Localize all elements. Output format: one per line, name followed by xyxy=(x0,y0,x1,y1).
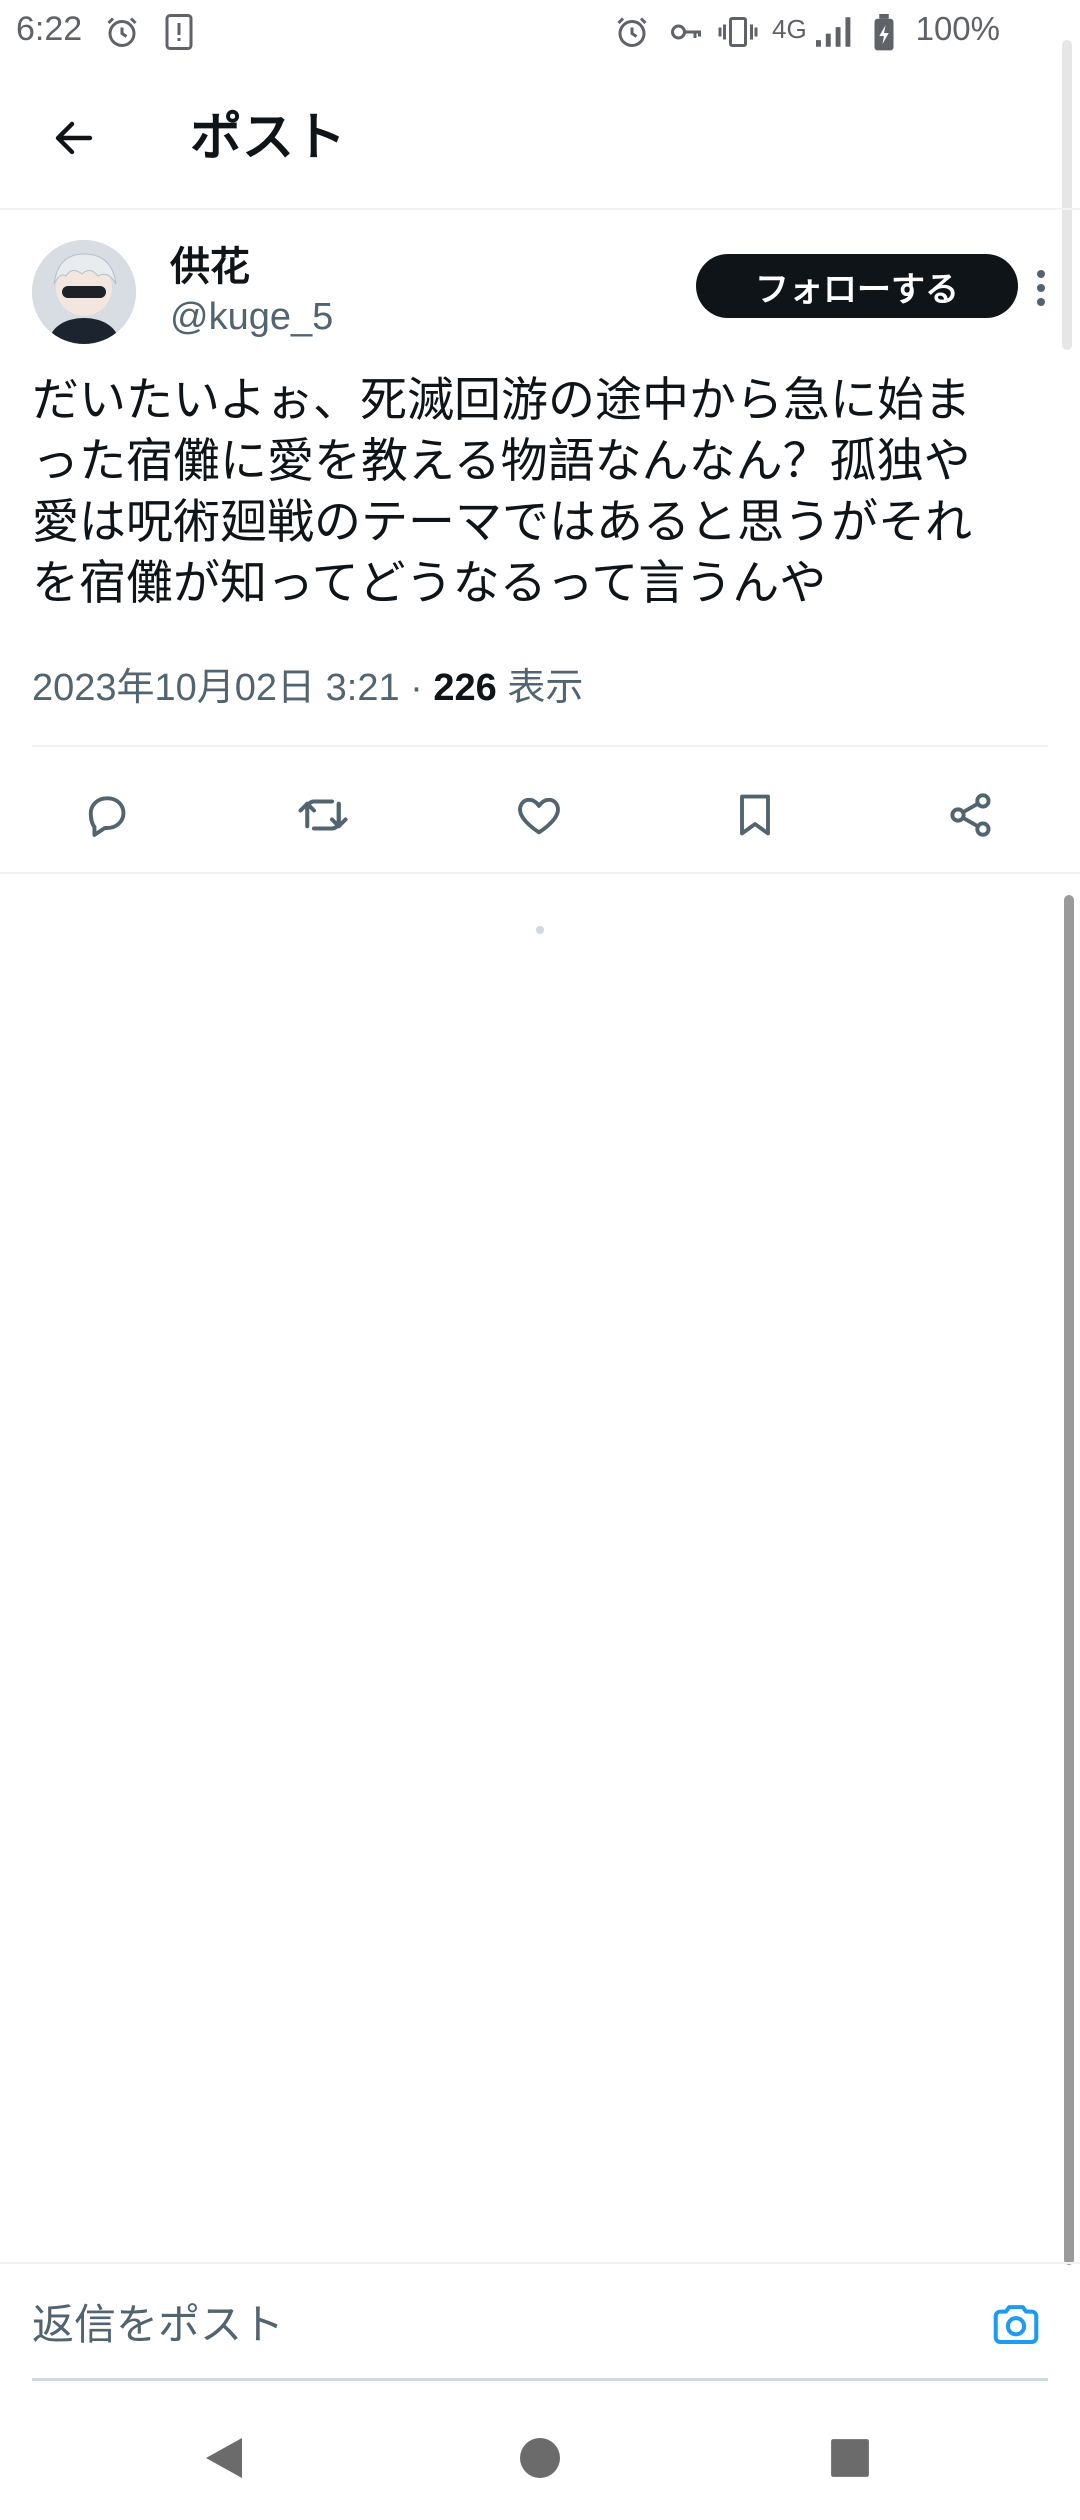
triangle-back-icon xyxy=(206,2438,242,2478)
repost-button[interactable] xyxy=(288,780,358,850)
bookmark-icon xyxy=(740,794,770,836)
alarm-icon-right xyxy=(617,17,647,47)
nav-back-button[interactable] xyxy=(194,2428,254,2488)
nav-home-button[interactable] xyxy=(510,2428,570,2488)
battery-level: 100% xyxy=(915,10,1000,47)
post-text-line: を宿儺が知ってどうなるって言うんや xyxy=(32,556,827,611)
post-meta: 2023年10月02日 3:21 · 226 表示 xyxy=(32,660,583,716)
page-title: ポスト xyxy=(190,108,347,168)
more-vertical-icon xyxy=(1037,270,1045,306)
device-alert-icon xyxy=(165,14,193,50)
reply-input-underline xyxy=(32,2378,1048,2381)
arrow-left-icon xyxy=(55,121,93,155)
divider xyxy=(0,872,1080,874)
back-button[interactable] xyxy=(40,104,108,172)
reply-icon xyxy=(88,796,126,837)
bookmark-button[interactable] xyxy=(720,780,790,850)
square-recents-icon xyxy=(831,2439,869,2477)
share-icon xyxy=(950,793,991,837)
status-time: 6:22 xyxy=(16,10,83,48)
views-count: 226 xyxy=(433,667,497,709)
meta-separator: · xyxy=(399,667,434,709)
reply-composer xyxy=(0,2262,1080,2382)
loading-indicator xyxy=(536,926,544,934)
more-options-button[interactable] xyxy=(1026,258,1056,318)
avatar[interactable] xyxy=(32,240,136,344)
avatar-image xyxy=(32,240,136,344)
camera-icon xyxy=(993,2305,1039,2345)
camera-button[interactable] xyxy=(986,2294,1046,2354)
author-handle[interactable]: @kuge_5 xyxy=(170,292,333,342)
post-detail-screen: 6:22 4G 100% ポスト 供花 @kuge_5 フォローする だいたいよ… xyxy=(0,0,1080,2520)
post-actions xyxy=(0,760,1080,870)
post-text: だいたいよぉ、死滅回游の途中から急に始ま った宿儺に愛を教える物語なんなん？孤独… xyxy=(32,370,1048,614)
post-text-line: 愛は呪術廻戦のテーマではあると思うがそれ xyxy=(32,495,972,550)
post-author-row: 供花 @kuge_5 フォローする xyxy=(32,240,1048,350)
retweet-icon xyxy=(298,799,348,831)
scrollbar-thumb[interactable] xyxy=(1064,895,1074,2265)
vpn-key-icon xyxy=(671,24,701,40)
heart-icon xyxy=(518,797,560,835)
system-navigation-bar xyxy=(0,2398,1080,2520)
views-label: 表示 xyxy=(496,667,584,709)
battery-charging-icon xyxy=(874,14,894,51)
post-text-line: だいたいよぉ、死滅回游の途中から急に始ま xyxy=(32,373,972,428)
nav-recents-button[interactable] xyxy=(820,2428,880,2488)
like-button[interactable] xyxy=(504,780,574,850)
alarm-icon xyxy=(107,17,137,47)
circle-home-icon xyxy=(520,2438,560,2478)
share-button[interactable] xyxy=(936,780,1006,850)
network-type: 4G xyxy=(772,14,807,44)
signal-icon xyxy=(816,17,851,47)
follow-button[interactable]: フォローする xyxy=(696,254,1018,318)
divider xyxy=(32,745,1048,747)
vibrate-icon xyxy=(718,17,758,47)
author-name[interactable]: 供花 xyxy=(170,242,250,292)
post-text-line: った宿儺に愛を教える物語なんなん？孤独や xyxy=(32,434,971,489)
post-timestamp[interactable]: 2023年10月02日 3:21 xyxy=(32,667,400,709)
top-app-bar: ポスト xyxy=(0,64,1080,210)
reply-input[interactable] xyxy=(32,2292,972,2356)
reply-button[interactable] xyxy=(72,780,142,850)
status-bar: 6:22 4G 100% xyxy=(0,0,1080,64)
